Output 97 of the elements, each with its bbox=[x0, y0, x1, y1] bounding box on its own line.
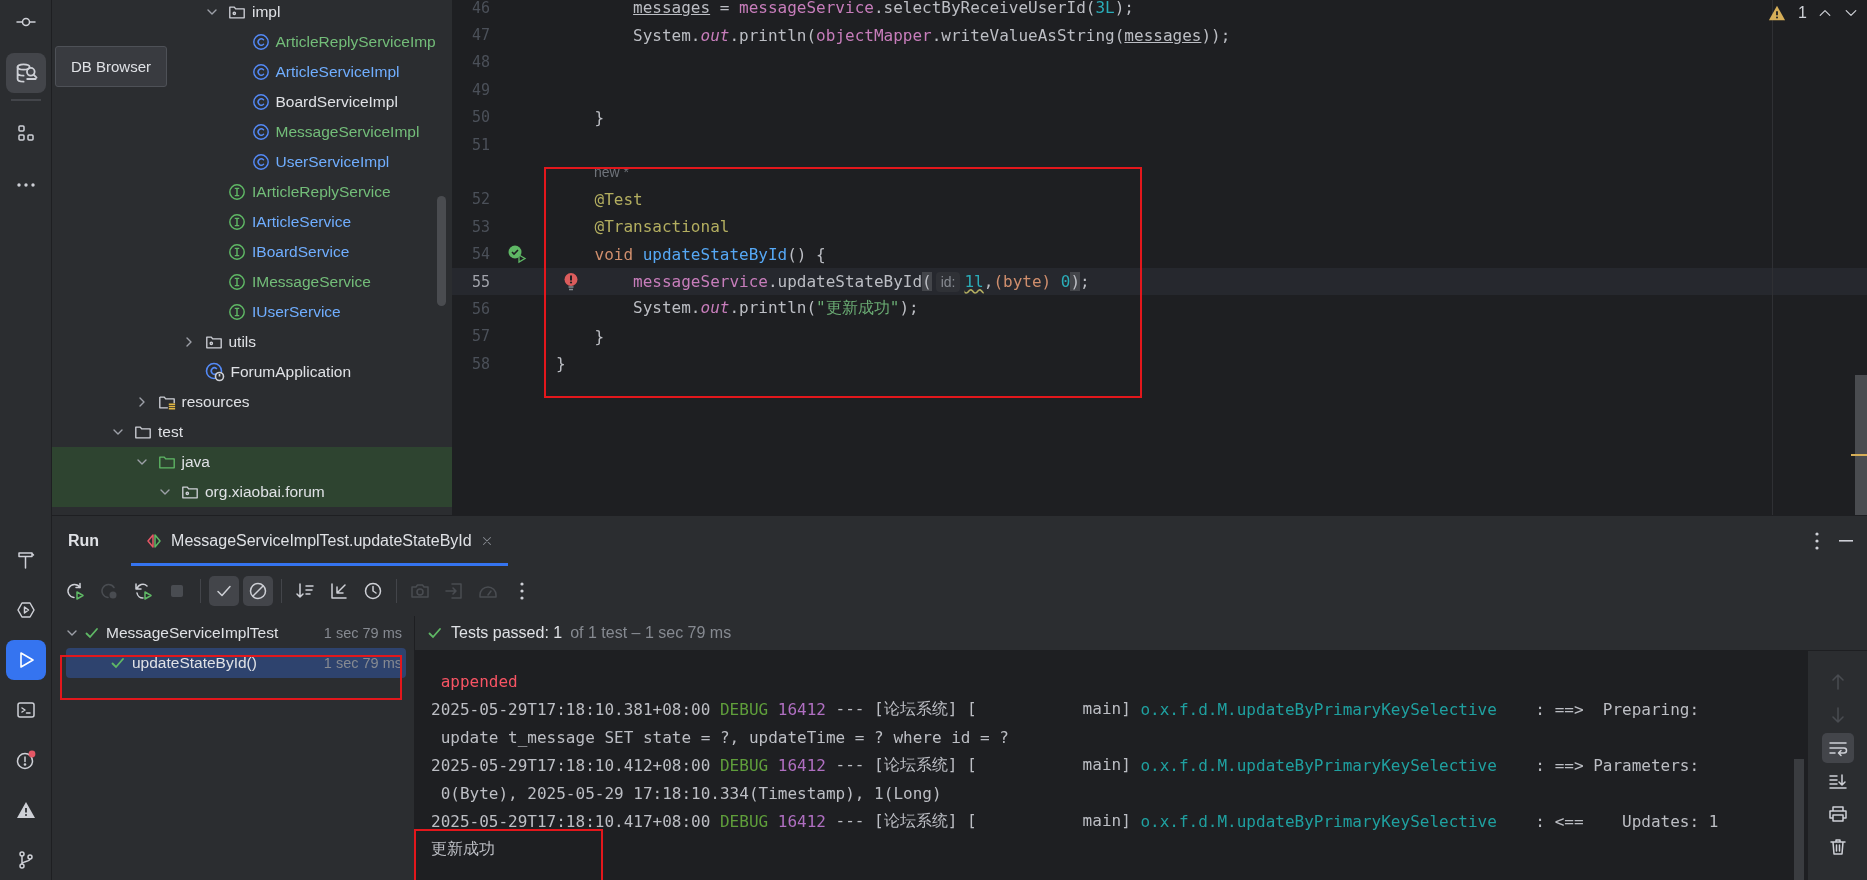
tree-item[interactable]: IMessageService bbox=[204, 267, 371, 297]
services-icon bbox=[15, 600, 36, 620]
database-tool-button[interactable] bbox=[5, 53, 46, 93]
code-line: messages = messageService.selectByReceiveUserId(3L); bbox=[632, 0, 1134, 18]
application-class-icon bbox=[204, 362, 225, 382]
tree-item[interactable]: IArticleService bbox=[204, 207, 352, 237]
warning-icon[interactable] bbox=[1768, 4, 1787, 22]
rerun-icon bbox=[65, 581, 85, 601]
run-tab[interactable]: MessageServiceImplTest.updateStateById bbox=[131, 516, 508, 566]
tree-item[interactable]: test bbox=[110, 417, 183, 447]
show-ignored-button[interactable] bbox=[243, 576, 273, 606]
console-line: 0(Byte), 2025-05-29 17:18:10.334(Timestamp), 1(Long) bbox=[439, 782, 943, 805]
console-line: 2025-05-29T17:18:10.417+08:00 DEBUG 16412 --- [论坛系统] [ main] o.x.f.d.M.updateByPrimaryKeySelective : <== Updates: 1 bbox=[431, 809, 1720, 833]
class-icon bbox=[251, 33, 270, 51]
package-folder-icon bbox=[204, 333, 223, 351]
clock-icon bbox=[363, 581, 383, 601]
more-vertical-icon bbox=[520, 582, 524, 600]
warning-icon bbox=[15, 800, 36, 820]
class-icon bbox=[251, 153, 270, 171]
check-icon bbox=[110, 655, 126, 671]
tree-item[interactable]: impl bbox=[204, 0, 281, 27]
tree-item[interactable]: ArticleServiceImpl bbox=[227, 57, 400, 87]
panel-title: Run bbox=[68, 532, 100, 550]
ignored-icon bbox=[248, 581, 268, 601]
console-line: 2025-05-29T17:18:10.412+08:00 DEBUG 16412 --- [论坛系统] [ main] o.x.f.d.M.updateByPrimaryKeySelective : ==> Parameters: bbox=[431, 753, 1701, 777]
code-line: @Transactional bbox=[593, 217, 730, 237]
terminal-icon bbox=[15, 700, 36, 720]
soft-wrap-button[interactable] bbox=[1821, 733, 1854, 763]
console-line: 更新成功 bbox=[431, 837, 496, 860]
interface-icon bbox=[228, 303, 246, 321]
code-line: } bbox=[556, 354, 566, 374]
package-folder-icon bbox=[228, 3, 246, 21]
code-line: System.out.println("更新成功"); bbox=[632, 298, 919, 320]
class-icon bbox=[251, 63, 270, 81]
resources-folder-icon bbox=[157, 393, 176, 411]
console-line: update t_message SET state = ?, updateTime = ? where id = ? bbox=[439, 726, 1010, 749]
check-icon bbox=[427, 625, 443, 641]
sort-icon bbox=[295, 581, 315, 601]
tree-item[interactable]: IArticleReplyService bbox=[204, 177, 391, 207]
import-icon bbox=[444, 581, 464, 601]
tree-item[interactable]: MessageServiceImpl bbox=[227, 117, 420, 147]
camera-icon bbox=[410, 581, 430, 601]
code-line: } bbox=[593, 107, 605, 127]
class-icon bbox=[251, 93, 270, 111]
code-line: void updateStateById() { bbox=[593, 244, 826, 264]
more-vertical-icon bbox=[1815, 532, 1819, 550]
tooltip: DB Browser bbox=[55, 46, 168, 87]
tree-item[interactable]: utils bbox=[180, 327, 257, 357]
tests-summary: Tests passed: 1 bbox=[451, 624, 563, 642]
problems-icon bbox=[14, 749, 37, 771]
test-config-icon bbox=[145, 532, 164, 550]
tree-item[interactable]: resources bbox=[133, 387, 250, 417]
console-line: 2025-05-29T17:18:10.381+08:00 DEBUG 16412 --- [论坛系统] [ main] o.x.f.d.M.updateByPrimaryKeySelective : ==> Preparing: bbox=[431, 697, 1701, 721]
folder-icon bbox=[157, 453, 176, 471]
run-tool-button[interactable] bbox=[5, 640, 46, 680]
tree-item[interactable]: IBoardService bbox=[204, 237, 350, 267]
tests-summary-detail: of 1 test – 1 sec 79 ms bbox=[570, 624, 732, 642]
scroll-to-end-icon bbox=[1827, 771, 1848, 791]
scrollbar[interactable] bbox=[1794, 759, 1804, 880]
test-item[interactable]: MessageServiceImplTest 1 sec 79 ms bbox=[66, 618, 406, 648]
line-number: 55 bbox=[470, 272, 490, 291]
interface-icon bbox=[228, 243, 246, 261]
tree-item[interactable]: ArticleReplyServiceImp bbox=[227, 27, 436, 57]
package-folder-icon bbox=[181, 483, 199, 501]
code-line: } bbox=[593, 326, 605, 346]
interface-icon bbox=[228, 183, 246, 201]
collapse-icon bbox=[329, 581, 349, 601]
tree-item[interactable]: ForumApplication bbox=[180, 357, 352, 387]
tree-item[interactable]: BoardServiceImpl bbox=[227, 87, 398, 117]
show-passed-button[interactable] bbox=[209, 576, 239, 606]
code-line: System.out.println(objectMapper.writeValueAsString(messages)); bbox=[632, 25, 1231, 45]
warning-count: 1 bbox=[1798, 4, 1807, 22]
run-test-icon[interactable] bbox=[506, 244, 527, 265]
hammer-icon bbox=[15, 550, 36, 570]
check-icon bbox=[84, 625, 100, 641]
scrollbar[interactable] bbox=[437, 196, 446, 306]
tree-item[interactable]: java bbox=[52, 447, 452, 477]
tree-item[interactable]: UserServiceImpl bbox=[227, 147, 390, 177]
warning-marker bbox=[1851, 454, 1867, 456]
minimize-icon bbox=[1839, 540, 1853, 542]
interface-icon bbox=[228, 273, 246, 291]
console-line: appended bbox=[439, 670, 519, 693]
code-line: messageService.updateStateById( id: 1l,(byte) 0); bbox=[632, 272, 1090, 292]
class-icon bbox=[251, 123, 270, 141]
structure-icon bbox=[15, 123, 36, 143]
interface-icon bbox=[228, 213, 246, 231]
more-icon bbox=[16, 183, 35, 187]
printer-icon bbox=[1827, 804, 1848, 824]
toggle-rerun-icon bbox=[133, 581, 153, 601]
tree-item[interactable]: IUserService bbox=[204, 297, 341, 327]
scrollbar[interactable] bbox=[1855, 375, 1867, 515]
code-line: @Test bbox=[593, 189, 643, 209]
trash-icon bbox=[1827, 837, 1848, 857]
rerun-failed-icon bbox=[99, 581, 119, 601]
error-bulb-icon[interactable] bbox=[563, 271, 579, 292]
folder-icon bbox=[134, 423, 152, 441]
tree-item[interactable]: org.xiaobai.forum bbox=[52, 477, 452, 507]
